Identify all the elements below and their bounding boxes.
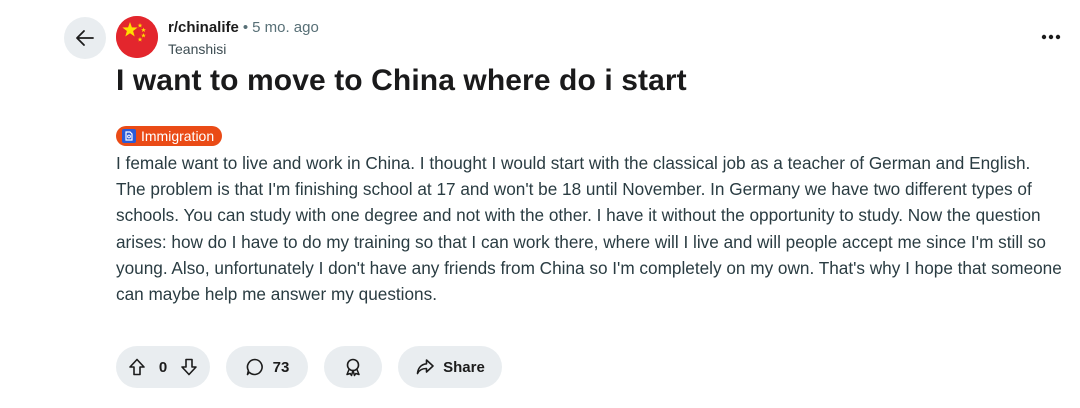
award-icon [346,358,360,377]
vote-count: 0 [158,358,168,376]
post-body: I female want to live and work in China.… [116,153,1062,305]
downvote-arrow-icon [181,358,197,376]
post-actions: 0 73 Share [116,346,502,388]
upvote-button[interactable] [122,352,152,382]
flair-label: Immigration [141,128,215,144]
comments-button[interactable]: 73 [226,346,308,388]
post-title: I want to move to China where do i start [116,64,687,97]
passport-icon [122,129,136,143]
share-arrow-icon [416,359,434,375]
china-flag-icon [116,16,158,58]
subreddit-link[interactable]: r/chinalife [168,19,239,36]
community-avatar[interactable] [116,16,158,58]
post-flair[interactable]: Immigration [116,126,223,146]
upvote-arrow-icon [129,358,145,376]
back-button[interactable] [64,17,106,59]
meta-separator: • [242,19,249,36]
vote-control: 0 [116,346,210,388]
share-label: Share [443,358,485,376]
post-age: 5 mo. ago [252,19,319,36]
arrow-left-icon [76,30,94,46]
post-meta: r/chinalife • 5 mo. ago Teanshisi [168,18,319,59]
more-horizontal-icon [1041,34,1061,40]
comment-count: 73 [272,358,290,376]
share-button[interactable]: Share [398,346,502,388]
comment-bubble-icon [246,358,263,376]
downvote-button[interactable] [174,352,204,382]
author-link[interactable]: Teanshisi [168,39,319,59]
more-options-button[interactable] [1036,22,1066,52]
post-page: r/chinalife • 5 mo. ago Teanshisi I want t… [0,0,1080,408]
award-button[interactable] [324,346,382,388]
